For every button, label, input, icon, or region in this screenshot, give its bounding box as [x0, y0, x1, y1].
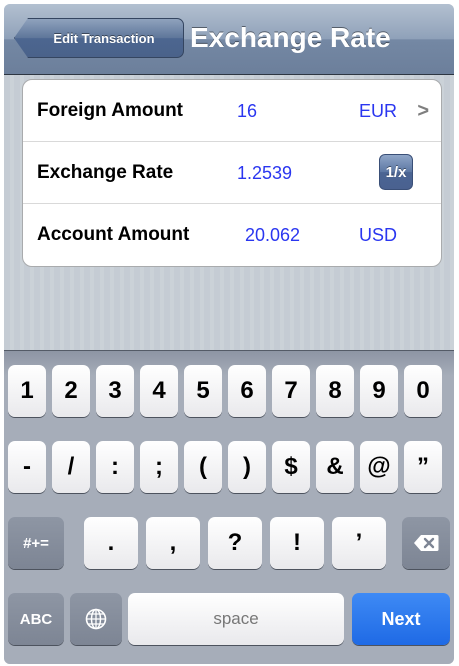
key-semicolon[interactable]: ; [140, 441, 178, 493]
key-7[interactable]: 7 [272, 365, 310, 417]
exchange-rate-value[interactable]: 1.2539 [237, 142, 292, 204]
key-abc[interactable]: ABC [8, 593, 64, 645]
key-apostrophe[interactable]: ’ [332, 517, 386, 569]
foreign-currency[interactable]: EUR [359, 80, 397, 142]
account-amount-label: Account Amount [37, 224, 190, 245]
key-6[interactable]: 6 [228, 365, 266, 417]
foreign-amount-value[interactable]: 16 [237, 80, 257, 142]
key-comma[interactable]: , [146, 517, 200, 569]
foreign-amount-row[interactable]: Foreign Amount 16 EUR > [23, 80, 441, 142]
account-amount-value[interactable]: 20.062 [245, 204, 300, 266]
exchange-rate-row[interactable]: Exchange Rate 1.2539 1/x [23, 142, 441, 204]
key-dollar[interactable]: $ [272, 441, 310, 493]
keyboard: 1 2 3 4 5 6 7 8 9 0 - / : ; ( ) $ & @ ” … [4, 350, 454, 664]
key-1[interactable]: 1 [8, 365, 46, 417]
key-minus[interactable]: - [8, 441, 46, 493]
app-window: Edit Transaction Exchange Rate Foreign A… [4, 4, 454, 664]
key-period[interactable]: . [84, 517, 138, 569]
key-quote[interactable]: ” [404, 441, 442, 493]
space-key[interactable]: space [128, 593, 344, 645]
key-4[interactable]: 4 [140, 365, 178, 417]
key-0[interactable]: 0 [404, 365, 442, 417]
key-9[interactable]: 9 [360, 365, 398, 417]
key-2[interactable]: 2 [52, 365, 90, 417]
key-8[interactable]: 8 [316, 365, 354, 417]
key-at[interactable]: @ [360, 441, 398, 493]
invert-rate-button[interactable]: 1/x [379, 154, 413, 190]
account-amount-row[interactable]: Account Amount 20.062 USD [23, 204, 441, 266]
delete-backward-icon [414, 535, 439, 551]
key-slash[interactable]: / [52, 441, 90, 493]
key-3[interactable]: 3 [96, 365, 134, 417]
globe-icon [85, 608, 107, 630]
key-question[interactable]: ? [208, 517, 262, 569]
key-colon[interactable]: : [96, 441, 134, 493]
delete-button[interactable] [402, 517, 450, 569]
key-exclamation[interactable]: ! [270, 517, 324, 569]
account-currency[interactable]: USD [359, 204, 397, 266]
foreign-amount-label: Foreign Amount [37, 100, 183, 121]
globe-button[interactable] [70, 593, 122, 645]
chevron-right-icon: > [417, 100, 429, 122]
back-button[interactable]: Edit Transaction [14, 18, 184, 58]
page-title: Exchange Rate [190, 22, 391, 53]
next-button[interactable]: Next [352, 593, 450, 645]
exchange-rate-label: Exchange Rate [37, 162, 174, 183]
exchange-form: Foreign Amount 16 EUR > Exchange Rate 1.… [22, 79, 442, 267]
navigation-bar: Edit Transaction Exchange Rate [4, 4, 454, 75]
key-close-paren[interactable]: ) [228, 441, 266, 493]
key-5[interactable]: 5 [184, 365, 222, 417]
key-more-symbols[interactable]: #+= [8, 517, 64, 569]
key-ampersand[interactable]: & [316, 441, 354, 493]
key-open-paren[interactable]: ( [184, 441, 222, 493]
